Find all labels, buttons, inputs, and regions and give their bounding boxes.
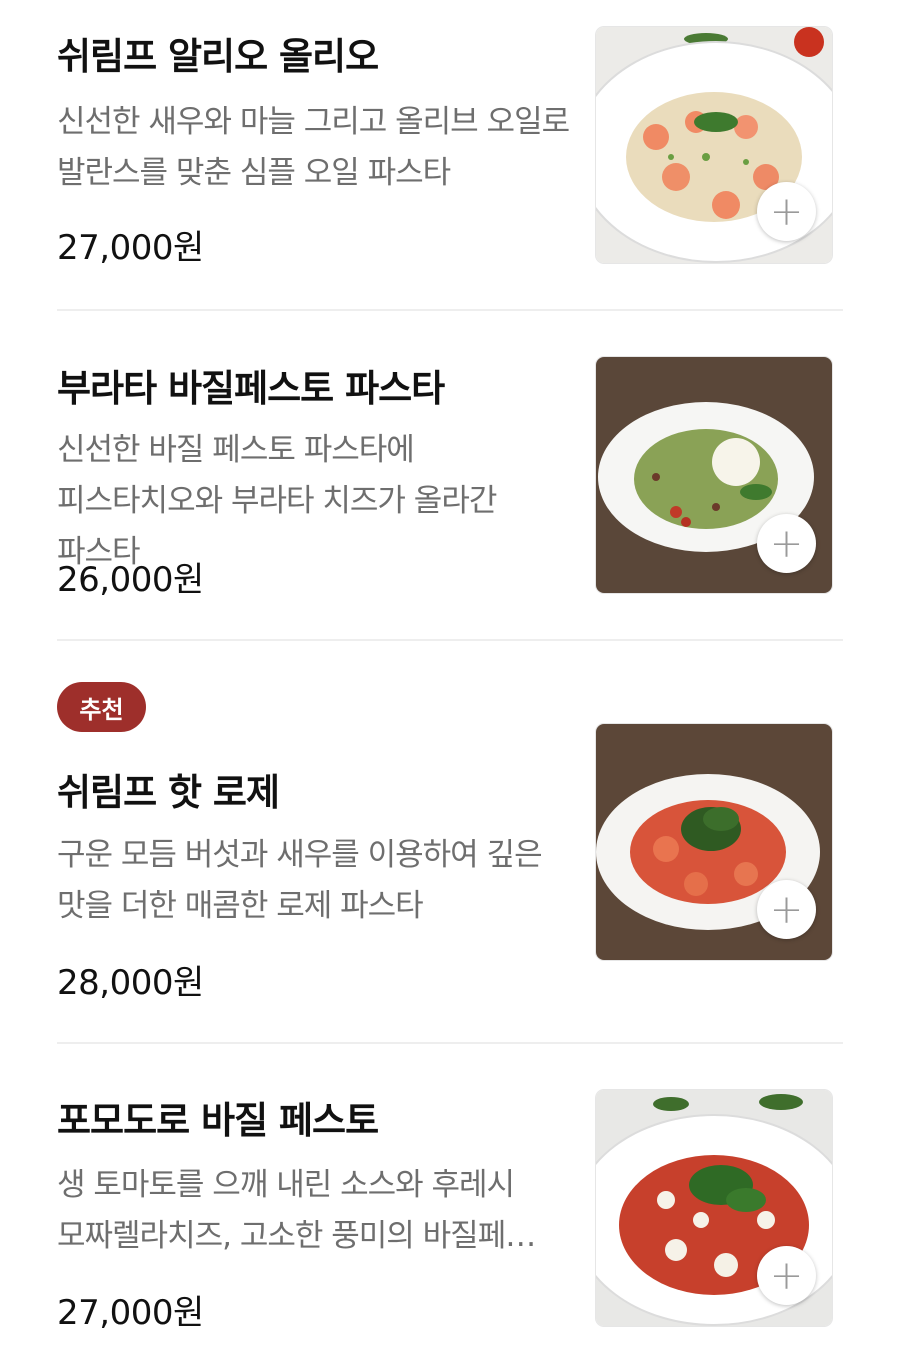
menu-item-name: 부라타 바질페스토 파스타 [57,367,445,410]
add-to-cart-button[interactable]: + [757,182,816,241]
add-to-cart-button[interactable]: + [757,880,816,939]
add-to-cart-button[interactable]: + [757,1246,816,1305]
menu-item-price: 26,000원 [57,560,204,600]
divider [57,639,843,641]
menu-item-description: 생 토마토를 으깨 내린 소스와 후레시 모짜렐라치즈, 고소한 풍미의 바질페… [57,1167,536,1254]
menu-item-price: 27,000원 [57,1293,204,1333]
menu-item-name: 포모도로 바질 페스토 [57,1099,379,1142]
menu-item-price: 27,000원 [57,228,204,268]
menu-item-price: 28,000원 [57,963,204,1003]
menu-item-description: 구운 모듬 버섯과 새우를 이용하여 깊은 맛을 더한 매콤한 로제 파스타 [57,837,543,924]
menu-item-name: 쉬림프 알리오 올리오 [57,35,379,78]
menu-item-description: 신선한 새우와 마늘 그리고 올리브 오일로 발란스를 맞춘 심플 오일 파스타 [57,104,570,191]
recommended-badge: 추천 [57,682,146,732]
menu-item-name: 쉬림프 핫 로제 [57,771,280,814]
add-to-cart-button[interactable]: + [757,514,816,573]
divider [57,309,843,311]
divider [57,1042,843,1044]
